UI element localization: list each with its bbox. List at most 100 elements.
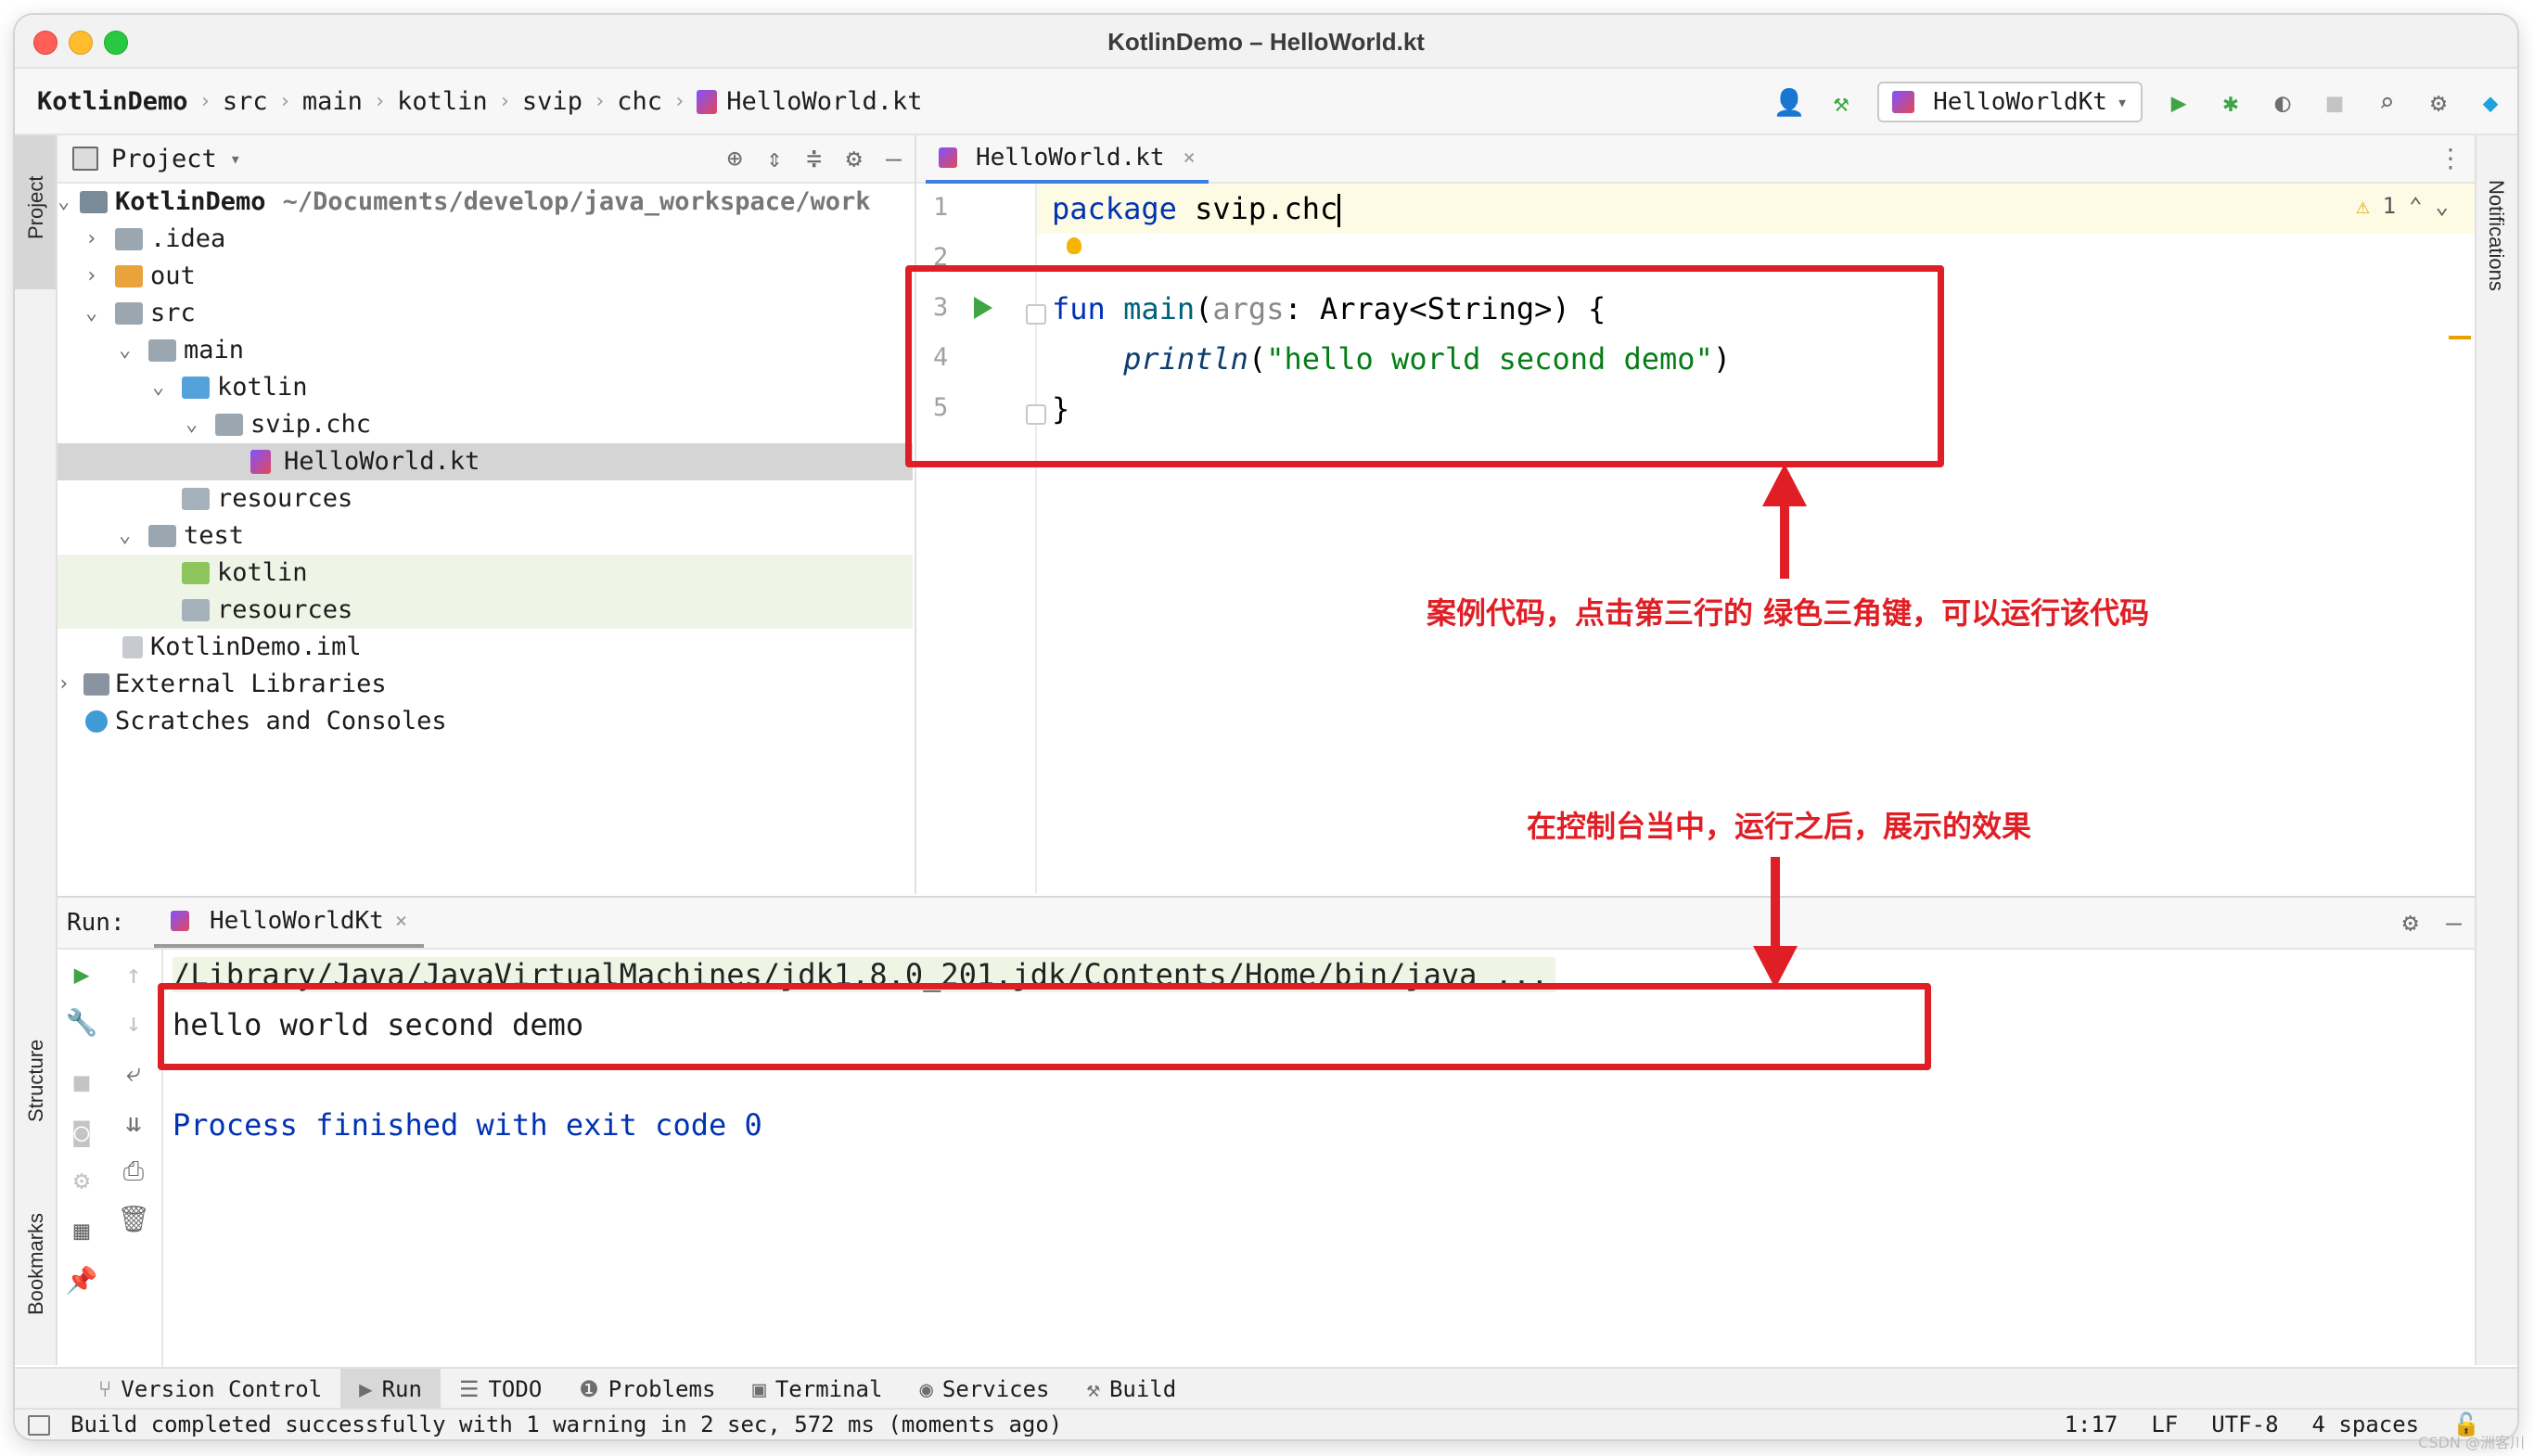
- file-encoding[interactable]: UTF-8: [2211, 1411, 2278, 1437]
- more-vertical-icon[interactable]: ⋮: [2438, 143, 2464, 173]
- search-icon[interactable]: ⌕: [2371, 86, 2402, 118]
- tool-window-terminal[interactable]: ▣ Terminal: [734, 1369, 901, 1410]
- breadcrumb-item-project[interactable]: KotlinDemo: [37, 87, 188, 116]
- breadcrumb-item-main[interactable]: main: [302, 87, 363, 116]
- tab-helloworld[interactable]: HelloWorld.kt ×: [926, 135, 1209, 184]
- breadcrumb-item-src[interactable]: src: [223, 87, 268, 116]
- chevron-right-icon[interactable]: ›: [58, 666, 70, 703]
- gear-icon[interactable]: ⚙: [65, 1165, 98, 1195]
- camera-icon[interactable]: ◙: [65, 1117, 98, 1147]
- chevron-right-icon[interactable]: ›: [85, 258, 97, 295]
- tool-label: Run: [381, 1376, 422, 1402]
- tree-item-kotlin-src[interactable]: ⌄ kotlin: [58, 369, 913, 406]
- stop-icon[interactable]: ■: [65, 1066, 98, 1097]
- lightbulb-icon[interactable]: [1067, 237, 1081, 254]
- expand-icon[interactable]: ⇕: [767, 143, 783, 173]
- project-panel-title[interactable]: Project: [111, 145, 217, 173]
- build-hammer-icon[interactable]: ⚒: [1825, 86, 1857, 118]
- minimize-icon[interactable]: —: [886, 143, 902, 173]
- line-separator[interactable]: LF: [2151, 1411, 2178, 1437]
- tree-item-package[interactable]: ⌄ svip.chc: [58, 406, 913, 443]
- chevron-down-icon[interactable]: ⌄: [152, 369, 164, 406]
- panel-toggle-icon[interactable]: [28, 1415, 50, 1436]
- breadcrumb-item-kotlin[interactable]: kotlin: [397, 87, 488, 116]
- wrench-icon[interactable]: 🔧: [65, 1007, 98, 1038]
- kotlin-file-icon: [250, 450, 271, 474]
- tree-item-out[interactable]: › out: [58, 258, 913, 295]
- tree-item-iml[interactable]: KotlinDemo.iml: [58, 629, 913, 666]
- inspection-widget[interactable]: ⚠ 1 ⌃ ⌄: [2356, 193, 2449, 219]
- tool-window-version-control[interactable]: ⑂ Version Control: [80, 1369, 340, 1410]
- print-icon[interactable]: ⎙: [117, 1156, 150, 1187]
- tree-item-test[interactable]: ⌄ test: [58, 517, 913, 555]
- tool-window-problems[interactable]: ❶ Problems: [560, 1369, 734, 1410]
- chevron-down-icon[interactable]: ⌄: [58, 184, 70, 221]
- tool-window-todo[interactable]: ☰ TODO: [441, 1369, 560, 1410]
- breadcrumb-item-file[interactable]: HelloWorld.kt: [726, 87, 922, 116]
- layout-icon[interactable]: ▦: [65, 1215, 98, 1245]
- tool-window-run[interactable]: ▶ Run: [340, 1369, 441, 1410]
- tool-window-build[interactable]: ⚒ Build: [1068, 1369, 1195, 1410]
- chevron-right-icon[interactable]: ›: [85, 221, 97, 258]
- tool-window-structure[interactable]: Structure: [24, 1040, 48, 1122]
- services-icon: ◉: [919, 1376, 933, 1402]
- chevron-down-icon[interactable]: ⌄: [85, 295, 97, 332]
- warning-stripe-marker[interactable]: [2449, 336, 2471, 339]
- arrow-down-icon[interactable]: ↓: [117, 1007, 150, 1038]
- run-icon[interactable]: ▶: [2163, 86, 2195, 118]
- package-icon: [215, 414, 243, 436]
- tree-item-scratches[interactable]: Scratches and Consoles: [58, 703, 913, 740]
- gear-icon[interactable]: ⚙: [846, 143, 862, 173]
- trash-icon[interactable]: 🗑: [117, 1204, 150, 1234]
- gear-icon[interactable]: ⚙: [2423, 86, 2454, 118]
- tool-window-bookmarks[interactable]: Bookmarks: [24, 1213, 48, 1315]
- chevron-right-icon: ›: [373, 90, 387, 113]
- tree-item-resources-test[interactable]: resources: [58, 592, 913, 629]
- indent-setting[interactable]: 4 spaces: [2312, 1411, 2420, 1437]
- breadcrumb-item-svip[interactable]: svip: [522, 87, 582, 116]
- tree-item-kotlin-test[interactable]: kotlin: [58, 555, 913, 592]
- tree-item-resources-main[interactable]: resources: [58, 480, 913, 517]
- tree-item-main[interactable]: ⌄ main: [58, 332, 913, 369]
- output-highlight-box: [158, 983, 1931, 1070]
- chevron-up-icon[interactable]: ⌃: [2409, 193, 2422, 219]
- tool-window-notifications[interactable]: Notifications: [2484, 180, 2508, 291]
- status-message[interactable]: Build completed successfully with 1 warn…: [70, 1411, 1062, 1437]
- tree-item-src[interactable]: ⌄ src: [58, 295, 913, 332]
- chevron-down-icon[interactable]: ⌄: [2436, 193, 2449, 219]
- chevron-down-icon[interactable]: ⌄: [119, 332, 131, 369]
- collapse-icon[interactable]: ≑: [806, 143, 822, 173]
- user-icon[interactable]: 👤: [1773, 86, 1806, 118]
- jetbrains-logo-icon[interactable]: ◆: [2475, 86, 2506, 118]
- close-icon[interactable]: ×: [1184, 147, 1196, 170]
- tree-item-external-libraries[interactable]: › External Libraries: [58, 666, 913, 703]
- tree-item-path: ~/Documents/develop/java_workspace/work: [282, 187, 871, 216]
- chevron-down-icon[interactable]: ▾: [230, 147, 241, 170]
- tab-run-helloworldkt[interactable]: HelloWorldKt ×: [154, 898, 425, 948]
- chevron-down-icon[interactable]: ⌄: [186, 406, 198, 443]
- tree-item-label: External Libraries: [115, 670, 387, 698]
- gear-icon[interactable]: ⚙: [2402, 907, 2418, 938]
- rerun-icon[interactable]: ▶: [65, 959, 98, 990]
- locate-icon[interactable]: ⊕: [727, 143, 743, 173]
- minimize-icon[interactable]: —: [2446, 907, 2462, 938]
- tool-window-services[interactable]: ◉ Services: [901, 1369, 1068, 1410]
- caret-position[interactable]: 1:17: [2065, 1411, 2118, 1437]
- chevron-down-icon[interactable]: ⌄: [119, 517, 131, 555]
- tree-item-idea[interactable]: › .idea: [58, 221, 913, 258]
- excluded-folder-icon: [115, 265, 143, 287]
- arrow-up-icon[interactable]: ↑: [117, 959, 150, 990]
- close-icon[interactable]: ×: [395, 910, 407, 933]
- run-configuration-select[interactable]: HelloWorldKt ▾: [1877, 82, 2143, 122]
- tree-item-helloworld[interactable]: HelloWorld.kt: [58, 443, 913, 480]
- pin-icon[interactable]: 📌: [65, 1265, 98, 1296]
- coverage-icon[interactable]: ◐: [2267, 86, 2298, 118]
- code-line-1[interactable]: package svip.chc: [1052, 191, 1341, 227]
- tree-item-project-root[interactable]: ⌄ KotlinDemo ~/Documents/develop/java_wor…: [58, 184, 913, 221]
- wrap-icon[interactable]: ⤶: [117, 1057, 150, 1089]
- tool-window-project[interactable]: Project: [24, 176, 48, 239]
- scroll-end-icon[interactable]: ⇊: [117, 1107, 150, 1138]
- stop-icon[interactable]: ■: [2319, 86, 2350, 118]
- debug-icon[interactable]: ✱: [2215, 86, 2246, 118]
- breadcrumb-item-chc[interactable]: chc: [617, 87, 662, 116]
